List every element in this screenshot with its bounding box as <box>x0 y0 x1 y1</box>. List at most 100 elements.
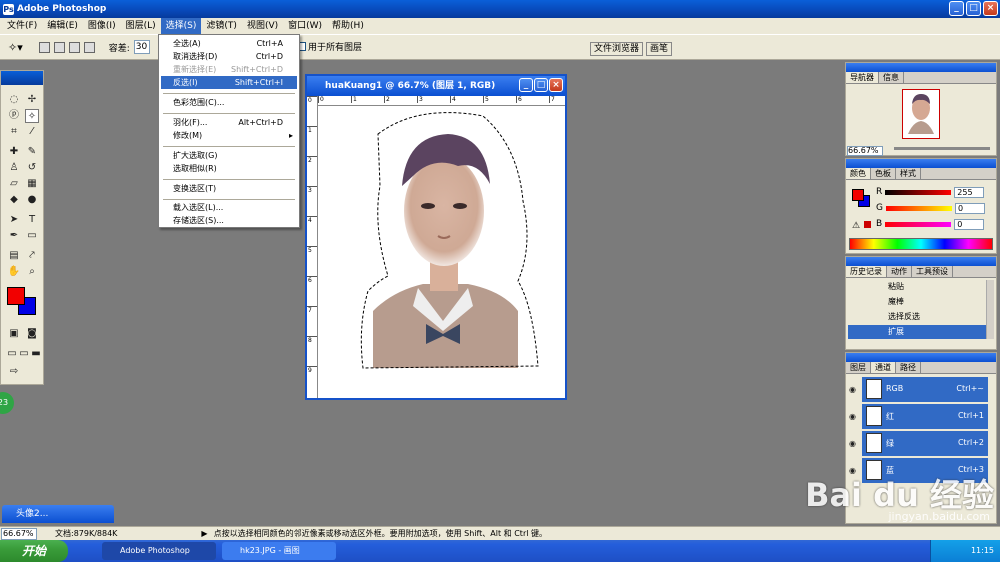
maximize-button[interactable]: □ <box>966 1 981 16</box>
history-item-paste[interactable]: 粘贴 <box>848 280 988 294</box>
channel-row-rgb[interactable]: RGB Ctrl+~ <box>862 377 988 402</box>
history-scrollbar[interactable] <box>986 280 994 339</box>
menu-item-feather[interactable]: 羽化(F)... Alt+Ctrl+D <box>161 116 297 129</box>
doc-maximize-button[interactable]: □ <box>534 78 548 92</box>
tab-info[interactable]: 信息 <box>879 72 904 83</box>
navigator-zoom-slider[interactable] <box>894 147 990 150</box>
gamut-swatch[interactable] <box>864 221 871 228</box>
taskbar-paint[interactable]: hk23.JPG - 画图 <box>222 542 336 560</box>
lasso-tool-icon[interactable]: ⓟ <box>7 109 21 123</box>
gradient-tool-icon[interactable]: ▦ <box>25 177 39 191</box>
b-value-input[interactable]: 0 <box>954 218 985 230</box>
menu-item-inverse[interactable]: 反选(I) Shift+Ctrl+I <box>161 76 297 89</box>
menu-item-deselect[interactable]: 取消选择(D) Ctrl+D <box>161 50 297 63</box>
tab-paths[interactable]: 路径 <box>896 362 921 373</box>
magic-wand-icon[interactable]: ✧▾ <box>8 41 23 54</box>
move-tool-icon[interactable]: ✢ <box>25 93 39 107</box>
menu-item-modify[interactable]: 修改(M) ▸ <box>161 129 297 142</box>
eyedropper-tool-icon[interactable]: ⤤ <box>25 249 39 263</box>
menu-filter[interactable]: 滤镜(T) <box>201 18 242 34</box>
screen-mode-full-icon[interactable]: ▬ <box>29 347 43 361</box>
tab-history[interactable]: 历史记录 <box>846 266 887 277</box>
menu-select[interactable]: 选择(S) <box>160 18 202 34</box>
dodge-tool-icon[interactable]: ● <box>25 193 39 207</box>
new-selection-button[interactable] <box>38 41 50 53</box>
intersect-selection-button[interactable] <box>83 41 95 53</box>
blur-tool-icon[interactable]: ◆ <box>7 193 21 207</box>
menu-item-load-selection[interactable]: 载入选区(L)... <box>161 201 297 214</box>
brushes-well[interactable]: 画笔 <box>646 42 673 56</box>
tab-styles[interactable]: 样式 <box>896 168 921 179</box>
menu-item-similar[interactable]: 选取相似(R) <box>161 162 297 175</box>
status-zoom-field[interactable]: 66.67% <box>1 527 37 540</box>
eraser-tool-icon[interactable]: ▱ <box>7 177 21 191</box>
tab-channels[interactable]: 通道 <box>871 362 896 373</box>
slice-tool-icon[interactable]: ⁄ <box>25 125 39 139</box>
subtract-selection-button[interactable] <box>68 41 80 53</box>
menu-edit[interactable]: 编辑(E) <box>42 18 83 34</box>
menu-view[interactable]: 视图(V) <box>242 18 283 34</box>
panel-foreground-swatch[interactable] <box>852 189 864 201</box>
history-item-select-inverse[interactable]: 选择反选 <box>848 310 988 324</box>
menu-item-save-selection[interactable]: 存储选区(S)... <box>161 214 297 227</box>
document-window[interactable]: huaKuang1 @ 66.7% (图层 1, RGB) _ □ × 0 1 2 3… <box>305 74 567 400</box>
pen-tool-icon[interactable]: ✒ <box>7 229 21 243</box>
r-slider[interactable] <box>885 189 952 195</box>
menu-file[interactable]: 文件(F) <box>2 18 42 34</box>
standard-mode-icon[interactable]: ▣ <box>7 327 21 341</box>
menu-layer[interactable]: 图层(L) <box>121 18 161 34</box>
zoom-tool-icon[interactable]: ⌕ <box>25 265 39 279</box>
navigator-thumbnail[interactable] <box>902 89 940 139</box>
healing-brush-icon[interactable]: ✚ <box>7 145 21 159</box>
tab-actions[interactable]: 动作 <box>887 266 912 277</box>
start-button[interactable]: 开始 <box>0 540 68 562</box>
jump-to-imageready-icon[interactable]: ⇨ <box>7 365 21 379</box>
menu-item-color-range[interactable]: 色彩范围(C)... <box>161 96 297 109</box>
color-spectrum-bar[interactable] <box>849 238 993 250</box>
image-canvas[interactable] <box>318 106 565 398</box>
menu-item-grow[interactable]: 扩大选取(G) <box>161 149 297 162</box>
visibility-eye-icon[interactable]: ◉ <box>849 385 859 394</box>
history-brush-icon[interactable]: ↺ <box>25 161 39 175</box>
document-title-bar[interactable]: huaKuang1 @ 66.7% (图层 1, RGB) _ □ × <box>307 76 565 96</box>
clone-stamp-icon[interactable]: ♙ <box>7 161 21 175</box>
close-button[interactable]: × <box>983 1 998 16</box>
channel-row-green[interactable]: 绿 Ctrl+2 <box>862 431 988 456</box>
g-value-input[interactable]: 0 <box>954 202 985 214</box>
crop-tool-icon[interactable]: ⌗ <box>7 125 21 139</box>
menu-help[interactable]: 帮助(H) <box>327 18 369 34</box>
type-tool-icon[interactable]: T <box>25 213 39 227</box>
tolerance-input[interactable]: 30 <box>133 40 150 54</box>
brush-tool-icon[interactable]: ✎ <box>25 145 39 159</box>
menu-image[interactable]: 图像(I) <box>83 18 121 34</box>
history-item-magic-wand[interactable]: 魔棒 <box>848 295 988 309</box>
minimized-document[interactable]: 头像2... <box>2 505 114 523</box>
navigator-zoom-field[interactable]: 66.67% <box>847 146 883 156</box>
tab-tool-presets[interactable]: 工具预设 <box>912 266 953 277</box>
doc-minimize-button[interactable]: _ <box>519 78 533 92</box>
b-slider[interactable] <box>885 221 952 227</box>
doc-close-button[interactable]: × <box>549 78 563 92</box>
channel-row-red[interactable]: 红 Ctrl+1 <box>862 404 988 429</box>
tab-swatches[interactable]: 色板 <box>871 168 896 179</box>
status-doc-size[interactable]: 文档:879K/884K <box>55 528 117 539</box>
add-selection-button[interactable] <box>53 41 65 53</box>
visibility-eye-icon[interactable]: ◉ <box>849 439 859 448</box>
foreground-color-swatch[interactable] <box>7 287 25 305</box>
magic-wand-tool-icon[interactable]: ✧ <box>25 109 39 123</box>
visibility-eye-icon[interactable]: ◉ <box>849 412 859 421</box>
file-browser-well[interactable]: 文件浏览器 <box>590 42 644 56</box>
marquee-tool-icon[interactable]: ◌ <box>7 93 21 107</box>
clock[interactable]: 11:15 <box>971 546 994 555</box>
r-value-input[interactable]: 255 <box>954 186 985 198</box>
g-slider[interactable] <box>885 205 952 211</box>
path-select-icon[interactable]: ➤ <box>7 213 21 227</box>
tab-navigator[interactable]: 导航器 <box>846 72 879 83</box>
shape-tool-icon[interactable]: ▭ <box>25 229 39 243</box>
menu-item-select-all[interactable]: 全选(A) Ctrl+A <box>161 37 297 50</box>
status-arrow-icon[interactable]: ▶ <box>201 529 207 538</box>
notes-tool-icon[interactable]: ▤ <box>7 249 21 263</box>
tab-layers[interactable]: 图层 <box>846 362 871 373</box>
menu-window[interactable]: 窗口(W) <box>283 18 327 34</box>
quick-mask-icon[interactable]: ◙ <box>25 327 39 341</box>
